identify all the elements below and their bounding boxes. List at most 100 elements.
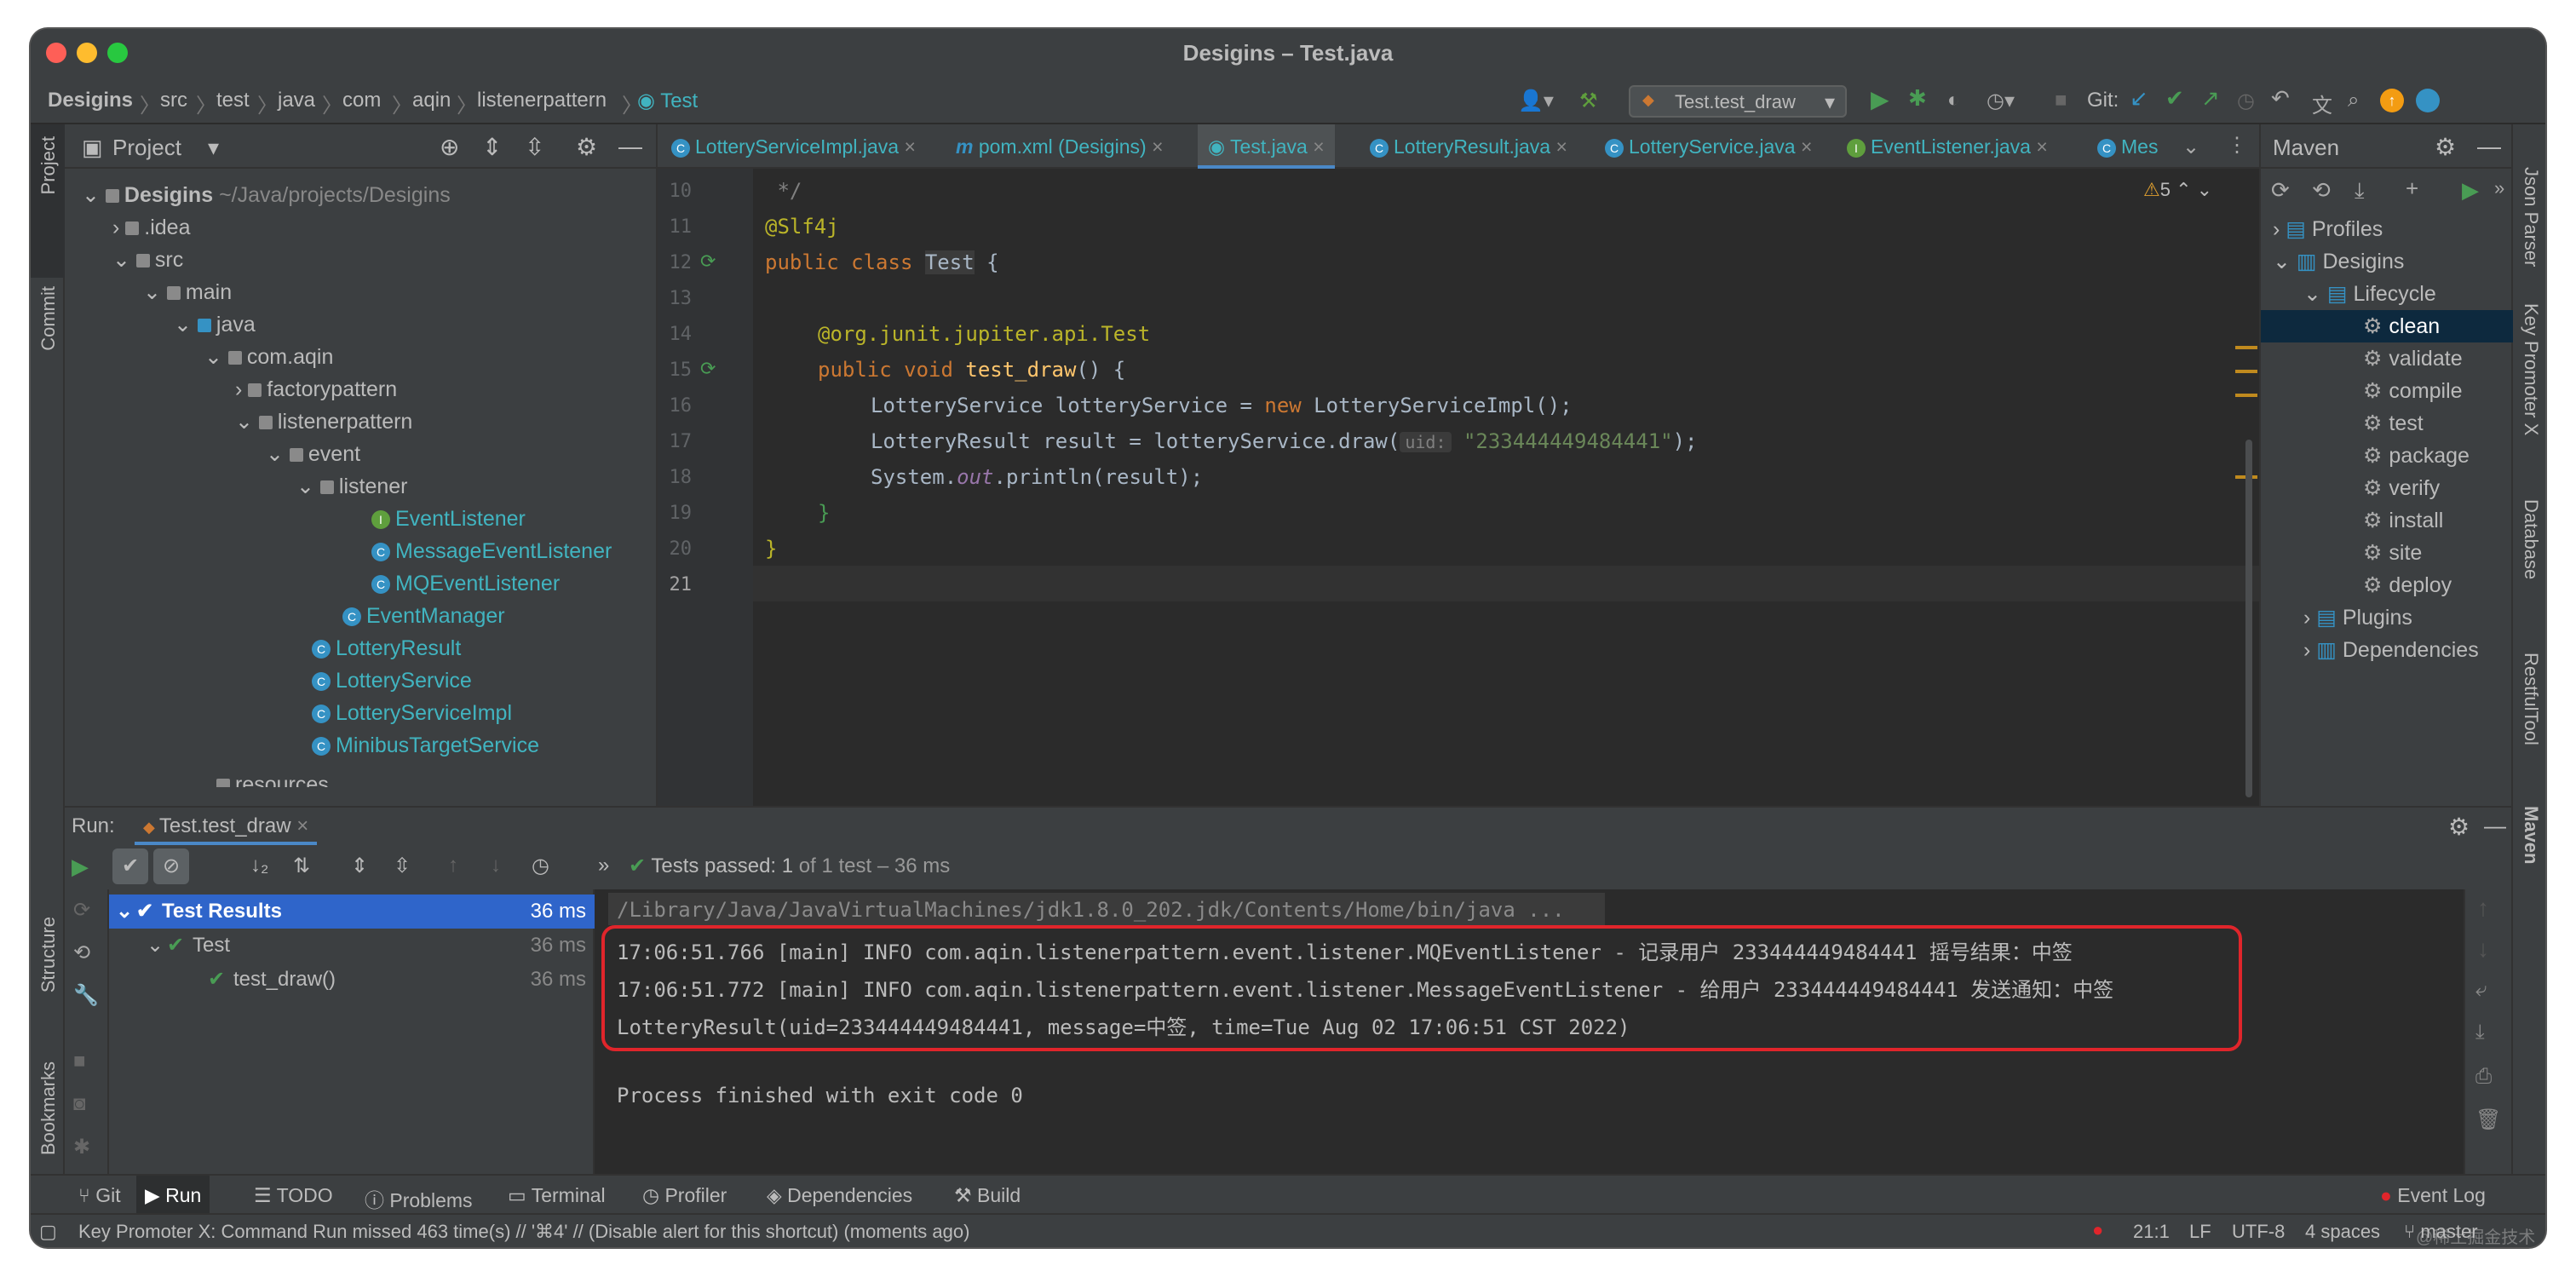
tree-item-lotteryresult[interactable]: C LotteryResult [312, 632, 461, 664]
tool-tab-build[interactable]: ⚒ Build [954, 1184, 1021, 1207]
tab-lotteryserviceimpl[interactable]: C LotteryServiceImpl.java × [671, 124, 916, 169]
debug-icon[interactable]: ✱ [1908, 85, 1927, 112]
more-tabs-icon[interactable]: ⋮ [2227, 133, 2247, 158]
tree-item-listenerpattern[interactable]: ⌄ listenerpattern [235, 406, 412, 438]
line-separator[interactable]: LF [2189, 1221, 2211, 1243]
add-icon[interactable]: + [2406, 175, 2418, 202]
tree-item-lotteryservice[interactable]: C LotteryService [312, 664, 472, 697]
more-icon[interactable]: » [2494, 177, 2504, 199]
run-icon[interactable]: ▶ [2462, 177, 2479, 204]
database-tool-tab[interactable]: Database [2520, 499, 2542, 579]
locate-icon[interactable]: ⊕ [440, 133, 459, 161]
tab-eventlistener[interactable]: I EventListener.java × [1847, 124, 2048, 169]
collapse-all-icon[interactable]: ⇳ [525, 133, 544, 161]
download-icon[interactable]: ⤓ [2355, 177, 2365, 204]
maven-goal-site[interactable]: ⚙ site [2363, 537, 2422, 569]
indent-setting[interactable]: 4 spaces [2305, 1221, 2380, 1243]
hide-panel-icon[interactable]: — [618, 133, 642, 160]
run-icon[interactable]: ▶ [1871, 85, 1889, 113]
key-promoter-tool-tab[interactable]: Key Promoter X [2520, 303, 2542, 435]
tree-item-event[interactable]: ⌄ event [266, 438, 360, 470]
scroll-down-icon[interactable]: ↓ [2477, 935, 2489, 963]
editor-scrollbar[interactable] [2245, 440, 2252, 797]
bookmarks-tool-tab[interactable]: Bookmarks [37, 1061, 60, 1155]
soft-wrap-icon[interactable]: ⤶ [2475, 978, 2487, 1002]
show-ignored-toggle[interactable]: ⊘ [153, 848, 189, 884]
close-icon[interactable]: × [1801, 135, 1812, 158]
tool-tab-todo[interactable]: ☰ TODO [254, 1184, 333, 1207]
run-configuration-select[interactable]: ◆ Test.test_draw ▾ [1629, 85, 1847, 118]
trash-icon[interactable]: 🗑 [2475, 1107, 2501, 1132]
maven-item-lifecycle[interactable]: ⌄ ▤ Lifecycle [2303, 278, 2436, 310]
tree-item-listener[interactable]: ⌄ listener [296, 470, 408, 503]
git-commit-icon[interactable]: ✔ [2165, 85, 2184, 112]
sort-alpha-icon[interactable]: ↓₂ [250, 854, 268, 877]
breadcrumb-test-class[interactable]: ◉ Test [637, 89, 698, 113]
tree-item-factorypattern[interactable]: › factorypattern [235, 373, 397, 406]
print-icon[interactable]: ⎙ [2475, 1065, 2492, 1089]
breadcrumb-project[interactable]: Desigins [48, 89, 133, 112]
tool-tab-problems[interactable]: ⓘ Problems [365, 1184, 473, 1213]
json-parser-tool-tab[interactable]: Json Parser [2520, 167, 2542, 267]
test-result-row[interactable]: ✔ test_draw() 36 ms [109, 963, 595, 997]
commit-tool-tab[interactable]: Commit [37, 286, 60, 351]
run-tab-test-draw[interactable]: ◆ Test.test_draw × [135, 808, 318, 845]
tool-tab-profiler[interactable]: ◷ Profiler [642, 1184, 727, 1207]
tool-tab-run[interactable]: ▶ Run [136, 1176, 210, 1213]
tree-item-minibustargetservice[interactable]: C MinibusTargetService [312, 729, 539, 762]
git-update-icon[interactable]: ↙ [2130, 85, 2148, 112]
maven-goal-validate[interactable]: ⚙ validate [2363, 342, 2463, 375]
tool-tab-git[interactable]: ⑂ Git [78, 1184, 121, 1207]
gear-icon[interactable]: ⚙ [576, 133, 597, 161]
tree-item-main[interactable]: ⌄ main [143, 276, 232, 308]
breadcrumb-test[interactable]: test [216, 89, 250, 112]
project-view-select[interactable]: Project [112, 135, 181, 161]
close-window-button[interactable] [46, 43, 66, 63]
maven-item-plugins[interactable]: › ▤ Plugins [2303, 601, 2412, 634]
project-tool-tab[interactable]: Project [37, 136, 60, 194]
gear-icon[interactable]: ⚙ [2448, 813, 2470, 841]
rollback-icon[interactable]: ↶ [2271, 85, 2290, 112]
scroll-up-icon[interactable]: ↑ [2477, 894, 2489, 922]
tree-item-mqeventlistener[interactable]: C MQEventListener [371, 567, 560, 600]
collapse-all-icon[interactable]: ⇳ [394, 854, 411, 878]
wrench-icon[interactable]: 🔧 [73, 983, 99, 1008]
maven-goal-deploy[interactable]: ⚙ deploy [2363, 569, 2452, 601]
file-encoding[interactable]: UTF-8 [2232, 1221, 2285, 1243]
close-icon[interactable]: × [904, 135, 915, 158]
tool-tab-terminal[interactable]: ▭ Terminal [508, 1184, 606, 1207]
plugin-logo-icon[interactable] [2416, 89, 2440, 112]
close-icon[interactable]: × [1152, 135, 1163, 158]
tool-tab-dependencies[interactable]: ◈ Dependencies [767, 1184, 912, 1207]
camera-icon[interactable]: ◙ [73, 1092, 86, 1116]
user-icon[interactable]: 👤▾ [1518, 89, 1554, 113]
restful-tool-tab[interactable]: RestfulTool [2520, 653, 2542, 745]
tree-item-src[interactable]: ⌄ src [112, 244, 183, 276]
maven-tool-tab[interactable]: Maven [2520, 806, 2542, 864]
hide-panel-icon[interactable]: — [2477, 133, 2501, 160]
tree-item-com-aqin[interactable]: ⌄ com.aqin [204, 341, 333, 373]
profile-icon[interactable]: ◷▾ [1987, 89, 2015, 113]
hide-panel-icon[interactable]: — [2484, 813, 2506, 839]
expand-all-icon[interactable]: ⇕ [351, 854, 368, 878]
breadcrumb-java[interactable]: java [278, 89, 315, 112]
git-push-icon[interactable]: ↗ [2201, 85, 2220, 112]
tab-pom[interactable]: m pom.xml (Desigins) × [956, 124, 1164, 169]
sort-duration-icon[interactable]: ⇅ [293, 854, 310, 878]
history-icon[interactable]: ◷ [2237, 89, 2255, 113]
breadcrumb-listenerpattern[interactable]: listenerpattern [477, 89, 607, 112]
maven-item-dependencies[interactable]: › ▥ Dependencies [2303, 634, 2479, 666]
close-icon[interactable]: × [1313, 135, 1324, 158]
tree-item-eventlistener[interactable]: I EventListener [371, 503, 526, 535]
maven-goal-verify[interactable]: ⚙ verify [2363, 472, 2440, 504]
code-area[interactable]: */ @Slf4j public class Test { @org.junit… [659, 169, 2259, 806]
maven-goal-clean[interactable]: ⚙ clean [2363, 310, 2440, 342]
tab-lotteryresult[interactable]: C LotteryResult.java × [1370, 124, 1567, 169]
gear-icon[interactable]: ⚙ [2435, 133, 2456, 161]
rerun-icon[interactable]: ▶ [72, 854, 89, 880]
maven-goal-test[interactable]: ⚙ test [2363, 407, 2424, 440]
zoom-window-button[interactable] [107, 43, 128, 63]
test-result-row[interactable]: ⌄ ✔ Test Results 36 ms [109, 894, 595, 929]
history-icon[interactable]: ◷ [532, 854, 549, 878]
stop-icon[interactable]: ■ [2055, 89, 2067, 112]
